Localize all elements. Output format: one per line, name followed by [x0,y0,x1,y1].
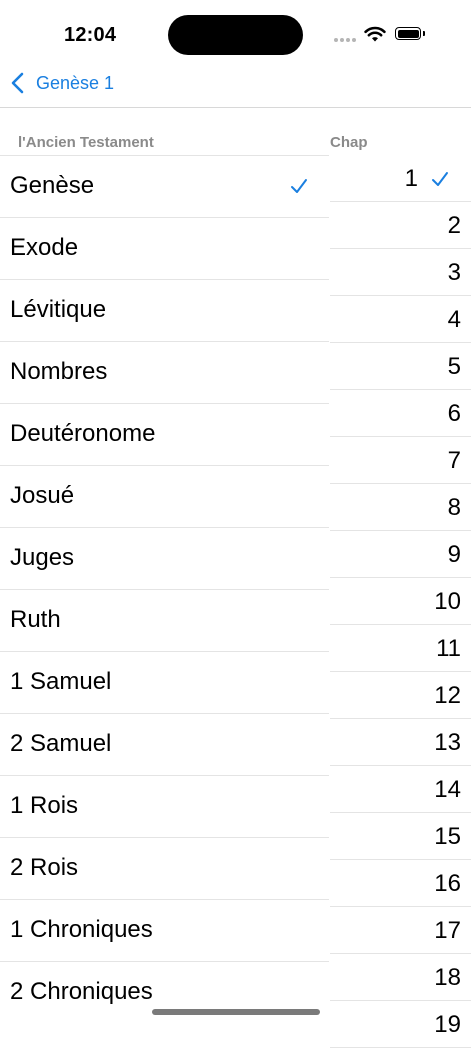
status-time: 12:04 [64,24,117,46]
chapter-number: 9 [447,541,461,568]
book-row[interactable]: Nombres [0,341,329,403]
chapter-row[interactable]: 5 [330,343,471,390]
chapter-number: 11 [436,635,461,662]
book-row[interactable]: Juges [0,527,329,589]
wifi-icon [364,26,386,42]
book-label: Josué [10,482,75,509]
book-row[interactable]: Josué [0,465,329,527]
chapter-row[interactable]: 12 [330,672,471,719]
battery-tip [423,31,425,36]
book-row[interactable]: Genèse [0,155,329,217]
book-row[interactable]: Exode [0,217,329,279]
chapter-number: 4 [447,306,461,333]
navigation-bar: Genèse 1 [0,60,471,108]
chapter-row[interactable]: 9 [330,531,471,578]
book-list: Genèse Exode Lévitique Nombres Deutéronome Jo… [0,155,329,1023]
chapter-row[interactable]: 16 [330,860,471,907]
book-label: 1 Samuel [10,668,112,695]
cellular-signal-icon [334,38,356,42]
book-row[interactable]: 1 Samuel [0,651,329,713]
book-label: Juges [10,544,75,571]
book-label: Deutéronome [10,420,156,447]
chevron-left-icon [11,72,24,94]
book-row[interactable]: 1 Chroniques [0,899,329,961]
chapter-row[interactable]: 1 [330,155,471,202]
chapter-number: 10 [434,588,461,615]
chapter-row[interactable]: 17 [330,907,471,954]
book-label: Nombres [10,358,108,385]
book-label: Genèse [10,172,95,199]
chapter-number: 14 [434,776,461,803]
chapter-number: 17 [434,917,461,944]
chapter-number: 6 [447,400,461,427]
chapters-section-header: Chap [330,134,368,151]
book-row[interactable]: Lévitique [0,279,329,341]
chapter-row[interactable]: 2 [330,202,471,249]
chapter-row[interactable]: 15 [330,813,471,860]
book-row[interactable]: 2 Samuel [0,713,329,775]
chapter-number: 5 [447,353,461,380]
back-button[interactable]: Genèse 1 [10,72,114,94]
chapter-number: 12 [434,682,461,709]
back-button-label: Genèse 1 [36,72,115,93]
chapter-number: 7 [447,447,461,474]
chapter-row[interactable]: 11 [330,625,471,672]
chapter-row[interactable]: 6 [330,390,471,437]
checkmark-icon [430,169,450,189]
chapter-list: 1 2 3 4 5 6 7 8 9 10 11 12 13 14 15 16 17 18 19 [330,155,471,1048]
dynamic-island [168,15,303,55]
chapter-number: 15 [434,823,461,850]
chapter-row[interactable]: 18 [330,954,471,1001]
books-section-header: l'Ancien Testament [18,134,154,151]
battery-icon [395,27,421,40]
chapter-number: 2 [447,212,461,239]
status-bar: 12:04 [0,0,471,60]
book-label: 1 Rois [10,792,79,819]
checkmark-icon [289,176,309,196]
book-label: 2 Rois [10,854,79,881]
book-label: 2 Samuel [10,730,112,757]
chapter-number: 16 [434,870,461,897]
chapter-row[interactable]: 19 [330,1001,471,1048]
book-label: Ruth [10,606,61,633]
chapter-row[interactable]: 4 [330,296,471,343]
book-label: Lévitique [10,296,107,323]
chapter-number: 3 [447,259,461,286]
book-row[interactable]: 2 Rois [0,837,329,899]
book-row[interactable]: Deutéronome [0,403,329,465]
book-label: 1 Chroniques [10,916,153,943]
chapter-number: 8 [447,494,461,521]
chapter-number: 18 [434,964,461,991]
chapter-row[interactable]: 3 [330,249,471,296]
chapter-row[interactable]: 14 [330,766,471,813]
chapter-number: 1 [404,165,418,192]
home-indicator[interactable] [152,1009,320,1015]
book-label: 2 Chroniques [10,978,153,1005]
chapter-row[interactable]: 13 [330,719,471,766]
chapter-number: 19 [434,1011,461,1038]
chapter-number: 13 [434,729,461,756]
book-row[interactable]: Ruth [0,589,329,651]
book-label: Exode [10,234,79,261]
chapter-row[interactable]: 8 [330,484,471,531]
book-row[interactable]: 1 Rois [0,775,329,837]
chapter-row[interactable]: 10 [330,578,471,625]
chapter-row[interactable]: 7 [330,437,471,484]
